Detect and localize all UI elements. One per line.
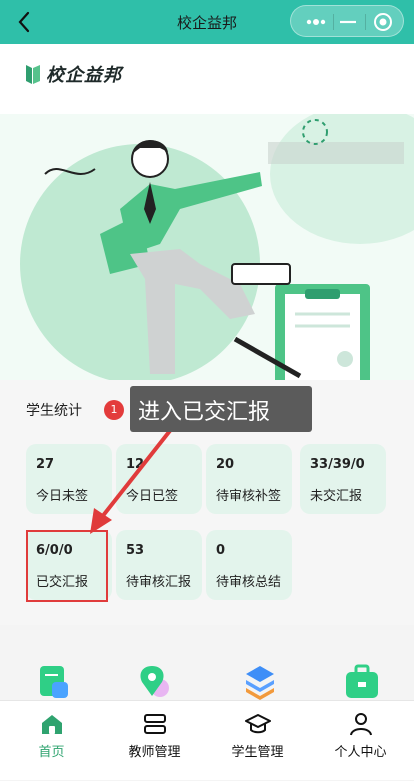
app-header: 校企益邦 [0,44,414,114]
stat-value: 53 [126,543,145,558]
teacher-icon [144,714,166,734]
callout-text: 进入已交汇报 [138,400,271,425]
mini-program-capsule [290,5,404,37]
logo: 校企益邦 [24,62,122,86]
close-target-icon[interactable] [371,11,395,33]
blurred-text [268,142,404,164]
stat-value: 20 [216,457,235,472]
stat-card-pending-makeup[interactable]: 20 待审核补签 [206,444,292,514]
stat-label: 未交汇报 [310,489,363,504]
briefcase-icon[interactable] [342,662,382,702]
logo-text: 校企益邦 [46,65,122,86]
tab-teacher-management[interactable]: 教师管理 [103,701,206,781]
document-icon[interactable] [34,662,74,702]
tab-label: 个人中心 [334,745,387,760]
section-title: 学生统计 [26,403,82,419]
callout-tooltip: 进入已交汇报 [130,386,312,432]
stat-value: 27 [36,457,55,472]
stat-label: 待审核补签 [216,489,282,504]
layers-icon[interactable] [240,662,280,702]
feature-row [0,650,414,700]
hero-illustration [0,114,414,384]
step-badge: 1 [104,400,124,420]
stat-card-pending-reports[interactable]: 53 待审核汇报 [116,530,202,600]
tab-personal-center[interactable]: 个人中心 [309,701,412,781]
logo-book-icon [26,65,40,84]
stat-value: 33/39/0 [310,457,365,472]
stat-label: 待审核总结 [216,575,282,590]
stat-card-unsubmitted-reports[interactable]: 33/39/0 未交汇报 [300,444,386,514]
highlight-box [26,530,108,602]
tab-label: 学生管理 [231,745,284,760]
stat-label: 待审核汇报 [126,575,192,590]
location-pin-icon[interactable] [134,662,174,702]
tab-label: 教师管理 [128,745,181,760]
tab-student-management[interactable]: 学生管理 [206,701,309,781]
person-icon [350,713,372,736]
bottom-tab-bar: 首页 教师管理 学生管理 个人中心 [0,700,414,780]
capsule-divider [333,14,334,30]
hero-banner [0,114,414,384]
tab-home[interactable]: 首页 [0,701,103,781]
more-icon[interactable] [301,12,331,32]
tab-label: 首页 [38,745,65,760]
minimize-icon[interactable] [337,12,359,32]
capsule-divider [365,14,366,30]
graduation-cap-icon [245,714,271,734]
stat-card-pending-summaries[interactable]: 0 待审核总结 [206,530,292,600]
stat-value: 0 [216,543,226,558]
home-icon [42,715,62,734]
title-bar: 校企益邦 [0,0,414,44]
